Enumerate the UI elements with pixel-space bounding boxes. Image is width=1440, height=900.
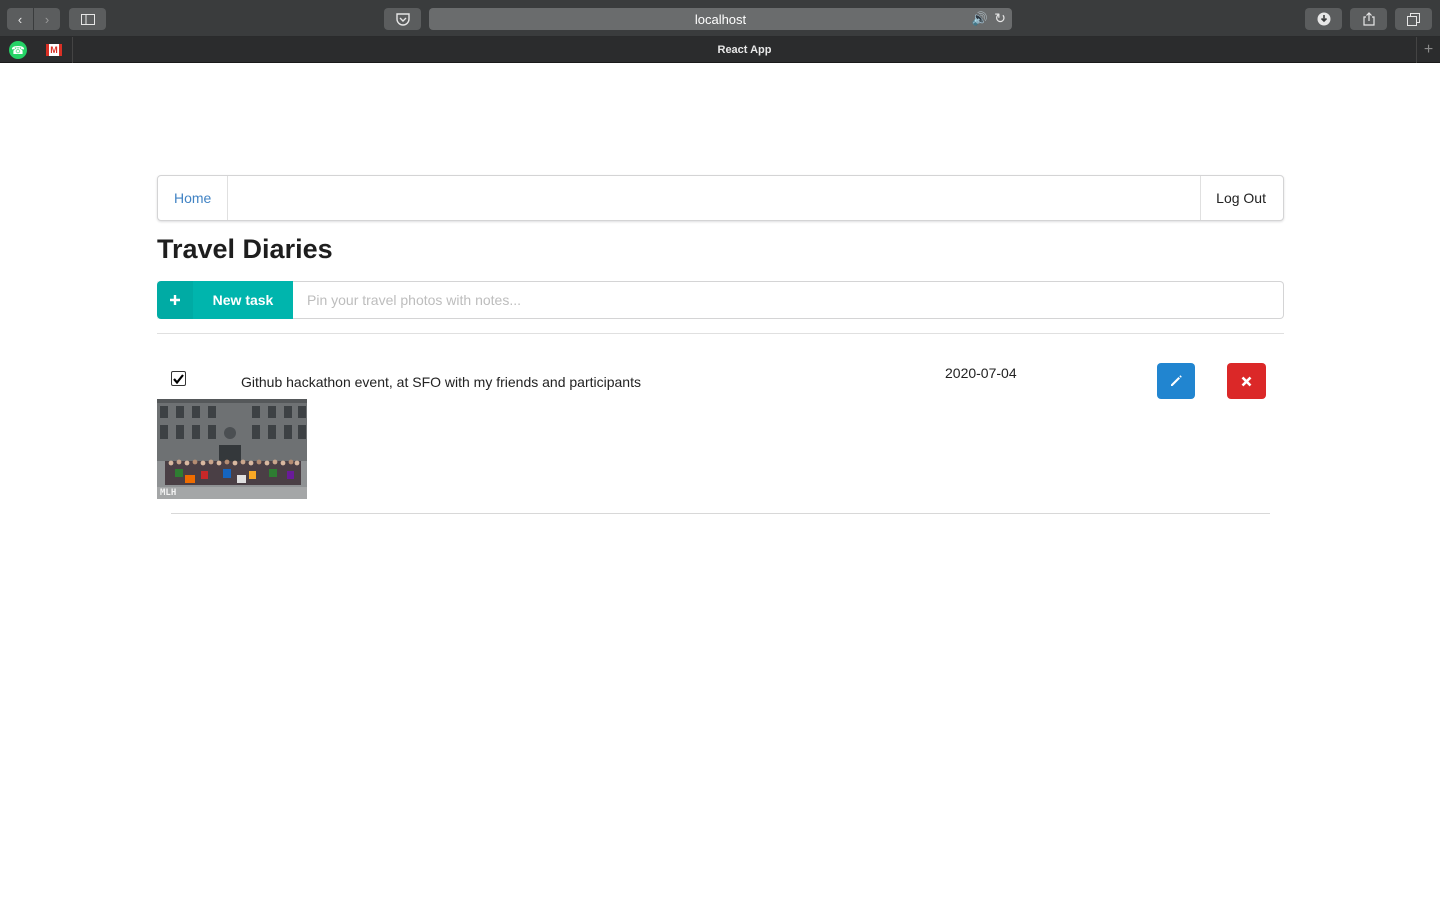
close-icon [1241, 376, 1252, 386]
pencil-icon [1171, 375, 1182, 386]
reload-icon[interactable]: ↻ [994, 10, 1006, 27]
tab-bar: ☎ M React App + [0, 37, 1440, 63]
edit-button[interactable] [1157, 363, 1195, 399]
task-text: Github hackathon event, at SFO with my f… [241, 374, 641, 390]
list-item: Github hackathon event, at SFO with my f… [157, 355, 1284, 505]
chevron-left-icon: ‹ [17, 11, 23, 27]
group-photo-image: MLH [157, 399, 307, 499]
task-photo[interactable]: MLH [157, 399, 307, 499]
tab-overview-button[interactable] [1395, 8, 1432, 30]
page-title: Travel Diaries [157, 234, 333, 264]
home-link[interactable]: Home [158, 176, 229, 220]
sidebar-icon [80, 13, 95, 25]
share-icon [1362, 12, 1375, 26]
plus-icon: + [1423, 41, 1434, 58]
url-text: localhost [694, 11, 747, 27]
divider [157, 333, 1284, 334]
active-tab-title: React App [717, 44, 772, 56]
forward-button[interactable]: › [34, 8, 60, 30]
menu-spacer [228, 176, 1200, 220]
pinned-tab-whatsapp[interactable]: ☎ [8, 40, 28, 60]
new-task-form: New task [157, 281, 1284, 319]
back-button[interactable]: ‹ [7, 8, 33, 30]
task-date: 2020-07-04 [945, 365, 1017, 381]
logout-link[interactable]: Log Out [1200, 176, 1283, 220]
task-note-input[interactable] [293, 281, 1284, 319]
new-tab-button[interactable]: + [1416, 37, 1440, 63]
downloads-button[interactable] [1305, 8, 1342, 30]
tabs-icon [1407, 12, 1420, 26]
pocket-icon [395, 12, 410, 26]
new-task-label: New task [212, 292, 274, 308]
pocket-button[interactable] [384, 8, 421, 30]
new-task-button[interactable]: New task [157, 281, 293, 319]
task-checkbox[interactable] [171, 371, 186, 386]
photo-watermark: MLH [160, 488, 176, 498]
browser-toolbar: ‹ › localhost 🔊 ↻ [0, 0, 1440, 37]
divider [171, 513, 1270, 514]
sidebar-toggle-button[interactable] [69, 8, 106, 30]
speaker-icon[interactable]: 🔊 [972, 11, 988, 27]
chevron-right-icon: › [44, 11, 50, 27]
address-bar[interactable]: localhost 🔊 ↻ [429, 8, 1012, 30]
delete-button[interactable] [1227, 363, 1266, 399]
whatsapp-icon: ☎ [9, 41, 27, 59]
active-tab[interactable]: React App [73, 37, 1416, 63]
plus-icon [157, 281, 193, 319]
top-menu: Home Log Out [157, 175, 1284, 221]
checkmark-icon [173, 373, 184, 384]
share-button[interactable] [1350, 8, 1387, 30]
download-icon [1317, 12, 1330, 26]
pinned-tab-gmail[interactable]: M [44, 40, 64, 60]
gmail-icon: M [46, 44, 62, 56]
